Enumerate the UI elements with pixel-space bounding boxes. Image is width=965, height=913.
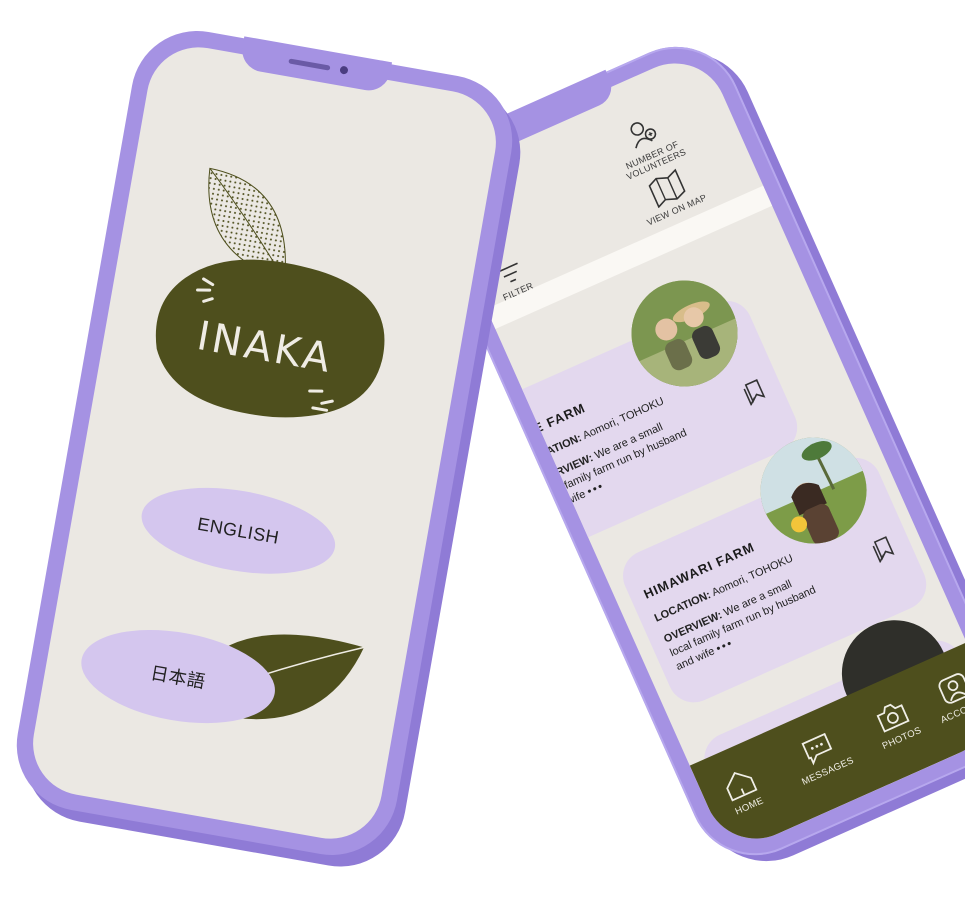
phone-front: INAKA ENGLISH 日本語 [6,20,523,866]
nav-account[interactable]: ACCOUNT [925,665,965,726]
language-screen: INAKA ENGLISH 日本語 [24,39,505,847]
english-button[interactable]: ENGLISH [134,474,342,588]
bookmark-icon[interactable] [868,533,898,564]
farm-photo-image [614,263,755,404]
nav-photos[interactable]: PHOTOS [867,694,923,752]
japanese-label: 日本語 [148,662,208,693]
farm-photo-1 [614,263,755,404]
user-icon [938,673,965,704]
nav-home[interactable]: HOME [719,764,767,818]
more-button[interactable]: ••• [714,637,735,655]
more-button[interactable]: ••• [585,480,606,498]
english-label: ENGLISH [196,513,281,548]
nav-messages[interactable]: MESSAGES [786,724,856,788]
bookmark-icon[interactable] [739,376,769,407]
